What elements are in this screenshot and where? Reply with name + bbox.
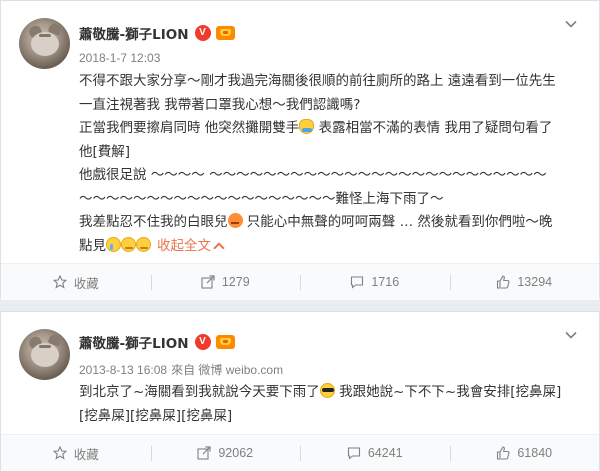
share-icon bbox=[201, 275, 215, 289]
chevron-up-icon[interactable] bbox=[213, 241, 225, 254]
chevron-down-icon[interactable] bbox=[565, 329, 577, 341]
comment-button[interactable]: 64241 bbox=[300, 435, 450, 471]
post-source: 來自 微博 weibo.com bbox=[171, 363, 284, 377]
comment-button[interactable]: 1716 bbox=[300, 264, 450, 300]
chevron-down-icon[interactable] bbox=[565, 18, 577, 30]
annoyed-emoji-icon bbox=[227, 213, 243, 228]
avatar[interactable] bbox=[19, 18, 70, 69]
post-text: 不得不跟大家分享～剛才我過完海關後很順的前往廁所的路上 遠遠看到一位先生 一直注… bbox=[79, 70, 579, 258]
comment-icon bbox=[347, 447, 360, 460]
action-bar: 收藏 92062 64241 61840 bbox=[1, 434, 599, 471]
action-label: 1279 bbox=[221, 275, 250, 289]
text-line: 他戲很足說 ～～～～ ～～～～～～～～～～～～～～～～～～～～～～～～～ bbox=[79, 167, 547, 183]
author-name[interactable]: 蕭敬騰-獅子LION bbox=[79, 332, 189, 352]
favorite-button[interactable]: 收藏 bbox=[1, 264, 151, 300]
action-label: 13294 bbox=[517, 275, 553, 289]
like-icon bbox=[497, 446, 510, 460]
action-label: 1716 bbox=[371, 275, 400, 289]
text-line: 到北京了~海關看到我就說今天要下雨了 我跟她說~下不下~我會安排[挖鼻屎] bbox=[79, 383, 562, 400]
action-label: 收藏 bbox=[73, 276, 99, 291]
post-time[interactable]: 2013-8-13 16:08 bbox=[79, 363, 167, 377]
member-crown-icon[interactable] bbox=[215, 26, 235, 40]
weibo-post-card: 蕭敬騰-獅子LION V 2018-1-7 12:03 不得不跟大家分享～剛才我… bbox=[0, 0, 600, 300]
post-text: 到北京了~海關看到我就說今天要下雨了 我跟她說~下不下~我會安排[挖鼻屎] [挖… bbox=[79, 381, 579, 428]
favorite-button[interactable]: 收藏 bbox=[1, 435, 151, 471]
text-line: 點見 收起全文 bbox=[79, 235, 579, 259]
post-meta: 2013-8-13 16:08 來自 微博 weibo.com bbox=[79, 361, 283, 378]
like-button[interactable]: 13294 bbox=[449, 264, 600, 300]
avatar[interactable] bbox=[19, 329, 70, 380]
repost-button[interactable]: 1279 bbox=[150, 264, 301, 300]
post-meta: 2018-1-7 12:03 bbox=[79, 51, 160, 65]
action-label: 61840 bbox=[517, 446, 553, 460]
comment-icon bbox=[351, 276, 364, 289]
action-label: 收藏 bbox=[73, 447, 99, 462]
author-row: 蕭敬騰-獅子LION V bbox=[79, 23, 235, 43]
sleepy-emoji-icon bbox=[136, 236, 151, 252]
action-bar: 收藏 1279 1716 13294 bbox=[1, 263, 599, 300]
action-label: 64241 bbox=[367, 446, 403, 460]
member-crown-icon[interactable] bbox=[215, 335, 235, 349]
text-line: 他[費解] bbox=[79, 143, 131, 160]
author-name[interactable]: 蕭敬騰-獅子LION bbox=[79, 23, 189, 43]
text-line: 我差點忍不住我的白眼兒 只能心中無聲的呵呵兩聲 … 然後就看到你們啦～晚 bbox=[79, 213, 553, 230]
spread-hands-emoji-icon bbox=[299, 119, 315, 134]
repost-button[interactable]: 92062 bbox=[150, 435, 301, 471]
weibo-post-card: 蕭敬騰-獅子LION V 2013-8-13 16:08 來自 微博 weibo.… bbox=[0, 311, 600, 471]
crying-emoji-icon bbox=[106, 236, 121, 252]
text-line: 不得不跟大家分享～剛才我過完海關後很順的前往廁所的路上 遠遠看到一位先生 bbox=[79, 73, 556, 89]
collapse-text-link[interactable]: 收起全文 bbox=[157, 238, 211, 254]
text-line: 正當我們要擦肩同時 他突然攤開雙手 表露相當不滿的表情 我用了疑問句看了 bbox=[79, 119, 553, 136]
sleepy-emoji-icon bbox=[121, 236, 136, 252]
author-row: 蕭敬騰-獅子LION V bbox=[79, 332, 235, 352]
action-label: 92062 bbox=[218, 446, 254, 460]
sunglasses-emoji-icon bbox=[319, 383, 335, 398]
text-line: [挖鼻屎][挖鼻屎][挖鼻屎] bbox=[79, 407, 233, 424]
like-button[interactable]: 61840 bbox=[449, 435, 600, 471]
post-time[interactable]: 2018-1-7 12:03 bbox=[79, 51, 160, 65]
star-icon bbox=[52, 275, 67, 289]
verified-badge-icon[interactable]: V bbox=[194, 334, 211, 350]
text-line: 一直注視著我 我帶著口罩我心想～我們認識嗎? bbox=[79, 96, 361, 113]
share-icon bbox=[197, 446, 211, 460]
like-icon bbox=[497, 275, 510, 289]
text-line: ～～～～～～～～～～～～～～～～～～～難怪上海下雨了～ bbox=[79, 190, 444, 207]
verified-badge-icon[interactable]: V bbox=[194, 25, 211, 41]
star-icon bbox=[52, 446, 67, 460]
